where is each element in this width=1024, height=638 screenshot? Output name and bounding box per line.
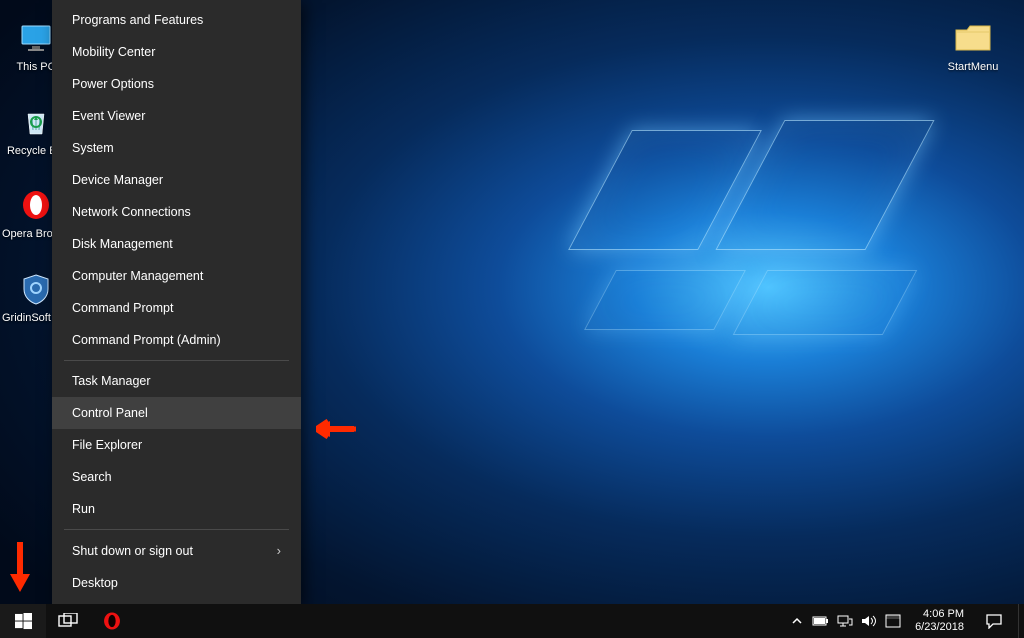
windows-logo-icon: [15, 613, 32, 630]
battery-icon[interactable]: [811, 615, 831, 627]
menu-item-label: Shut down or sign out: [72, 544, 193, 558]
opera-taskbar-icon[interactable]: [90, 604, 134, 638]
desktop[interactable]: This PC Recycle Bin Opera Browser Gridin…: [0, 0, 1024, 638]
menu-item-label: Command Prompt (Admin): [72, 333, 221, 347]
menu-item-label: Search: [72, 470, 112, 484]
menu-item-label: File Explorer: [72, 438, 142, 452]
taskbar: 4:06 PM 6/23/2018: [0, 604, 1024, 638]
folder-icon: [953, 18, 993, 58]
tray-chevron-up-icon[interactable]: [787, 615, 807, 627]
shield-icon: [16, 269, 56, 309]
language-indicator[interactable]: [883, 614, 903, 628]
menu-item-label: Event Viewer: [72, 109, 145, 123]
network-icon[interactable]: [835, 614, 855, 628]
menu-item-event-viewer[interactable]: Event Viewer: [52, 100, 301, 132]
menu-item-label: Mobility Center: [72, 45, 155, 59]
menu-item-computer-management[interactable]: Computer Management: [52, 260, 301, 292]
icon-label: This PC: [16, 61, 55, 74]
menu-item-label: Programs and Features: [72, 13, 203, 27]
volume-icon[interactable]: [859, 614, 879, 628]
show-desktop-button[interactable]: [1018, 604, 1024, 638]
startmenu-folder-icon[interactable]: StartMenu: [938, 18, 1008, 74]
menu-item-label: Command Prompt: [72, 301, 173, 315]
menu-item-desktop[interactable]: Desktop: [52, 567, 301, 599]
menu-item-disk-management[interactable]: Disk Management: [52, 228, 301, 260]
menu-item-command-prompt-admin[interactable]: Command Prompt (Admin): [52, 324, 301, 356]
menu-item-label: Control Panel: [72, 406, 148, 420]
menu-item-shut-down-or-sign-out[interactable]: Shut down or sign out ›: [52, 534, 301, 567]
start-button[interactable]: [0, 604, 46, 638]
task-view-button[interactable]: [46, 604, 90, 638]
menu-item-file-explorer[interactable]: File Explorer: [52, 429, 301, 461]
menu-item-label: Power Options: [72, 77, 154, 91]
menu-item-label: Desktop: [72, 576, 118, 590]
menu-item-label: System: [72, 141, 114, 155]
menu-item-label: Disk Management: [72, 237, 173, 251]
clock-time: 4:06 PM: [915, 608, 964, 621]
arrow-icon: [316, 419, 356, 439]
desktop-icons-right: StartMenu: [934, 18, 1012, 74]
menu-item-label: Task Manager: [72, 374, 151, 388]
action-center-button[interactable]: [976, 613, 1012, 629]
bin-icon: [16, 102, 56, 142]
menu-item-mobility-center[interactable]: Mobility Center: [52, 36, 301, 68]
menu-item-run[interactable]: Run: [52, 493, 301, 525]
clock-date: 6/23/2018: [915, 621, 964, 634]
system-tray: 4:06 PM 6/23/2018: [781, 604, 1018, 638]
monitor-icon: [16, 18, 56, 58]
menu-item-network-connections[interactable]: Network Connections: [52, 196, 301, 228]
menu-item-label: Run: [72, 502, 95, 516]
arrow-icon: [8, 542, 32, 592]
opera-logo-icon: [101, 610, 123, 632]
menu-item-task-manager[interactable]: Task Manager: [52, 365, 301, 397]
menu-item-control-panel[interactable]: Control Panel: [52, 397, 301, 429]
menu-separator: [64, 360, 289, 361]
menu-item-command-prompt[interactable]: Command Prompt: [52, 292, 301, 324]
menu-item-device-manager[interactable]: Device Manager: [52, 164, 301, 196]
menu-item-programs-and-features[interactable]: Programs and Features: [52, 4, 301, 36]
menu-item-label: Network Connections: [72, 205, 191, 219]
menu-item-system[interactable]: System: [52, 132, 301, 164]
opera-logo-icon: [16, 185, 56, 225]
chevron-right-icon: ›: [277, 543, 281, 558]
menu-item-search[interactable]: Search: [52, 461, 301, 493]
menu-item-label: Device Manager: [72, 173, 163, 187]
start-context-menu: Programs and Features Mobility Center Powe…: [52, 0, 301, 604]
menu-item-label: Computer Management: [72, 269, 203, 283]
taskbar-clock[interactable]: 4:06 PM 6/23/2018: [907, 608, 972, 633]
icon-label: StartMenu: [948, 61, 999, 74]
notification-icon: [985, 613, 1003, 629]
task-view-icon: [58, 613, 78, 629]
windows-hero-art: [540, 120, 960, 500]
menu-item-power-options[interactable]: Power Options: [52, 68, 301, 100]
taskbar-spacer: [134, 604, 781, 638]
menu-separator: [64, 529, 289, 530]
